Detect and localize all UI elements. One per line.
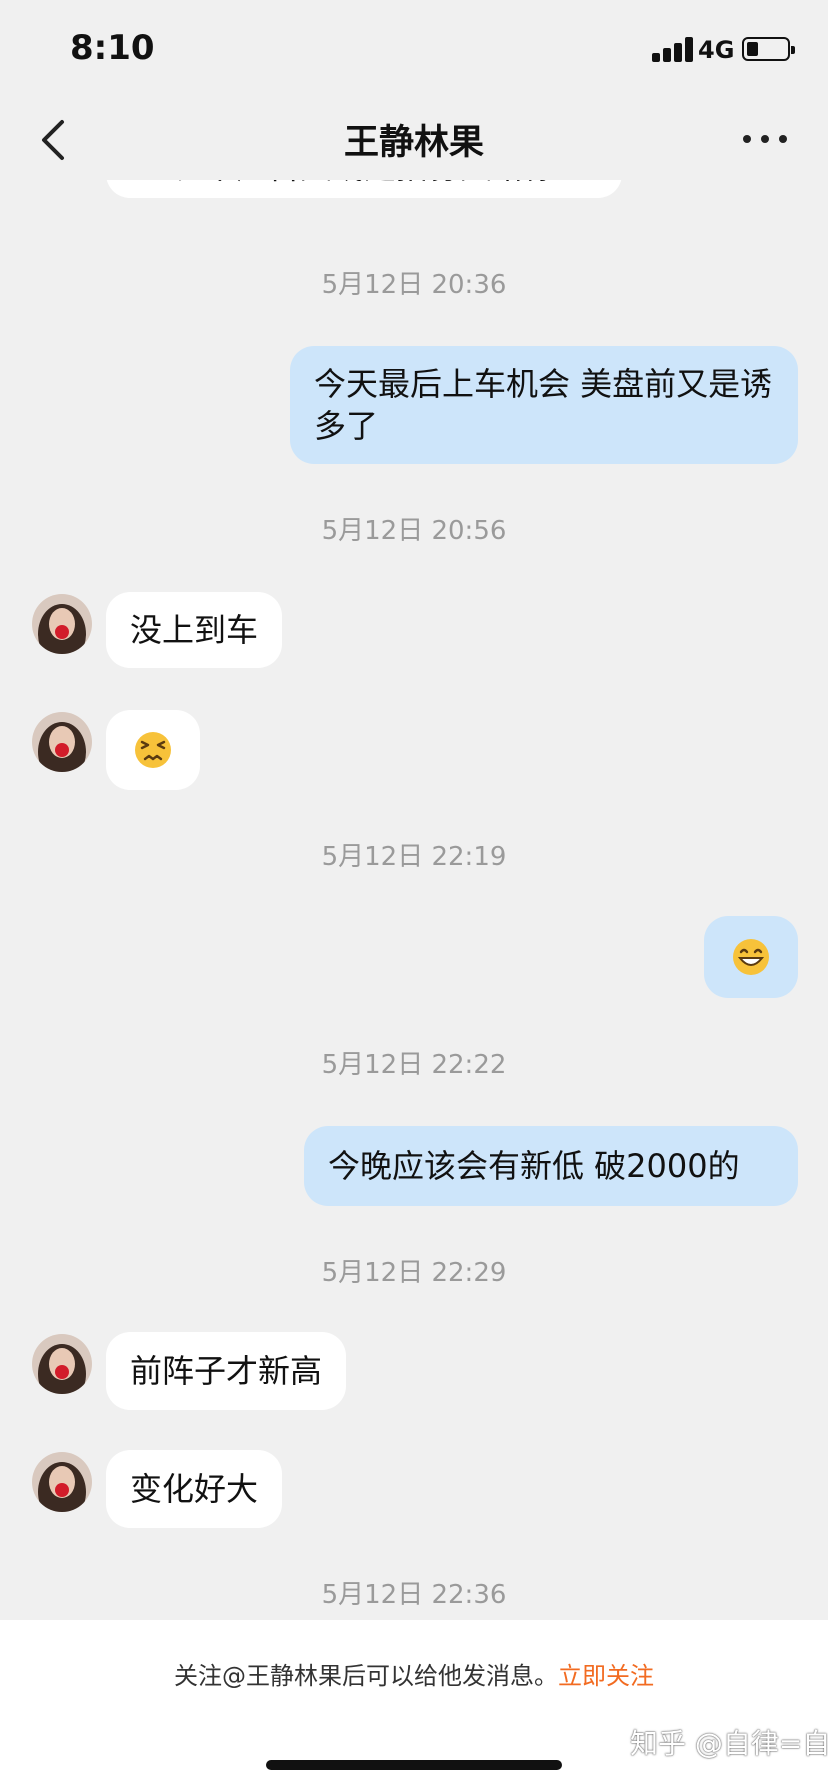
- network-type: 4G: [698, 36, 735, 64]
- timestamp: 5月12日 22:22: [321, 1050, 507, 1080]
- avatar[interactable]: [32, 1452, 92, 1512]
- avatar[interactable]: [32, 594, 92, 654]
- grinning-face-icon: [733, 939, 769, 975]
- message-text: 今天最后上车机会 美盘前又是诱多了: [314, 365, 773, 445]
- status-time: 8:10: [70, 28, 155, 68]
- status-bar: 8:10 4G: [0, 0, 828, 100]
- message-bubble-incoming[interactable]: [106, 710, 200, 790]
- follow-button[interactable]: 立即关注: [558, 1662, 654, 1690]
- avatar[interactable]: [32, 1334, 92, 1394]
- message-bubble-incoming[interactable]: 前阵子才新高: [106, 1332, 347, 1410]
- follow-note-text: 关注@王静林果后可以给他发消息。: [174, 1662, 558, 1690]
- timestamp: 5月12日 22:29: [321, 1258, 507, 1288]
- message-bubble-incoming[interactable]: 变化好大: [106, 1450, 283, 1528]
- chat-thread: 长中广告文或是招募文给你 5月12日 20:36 今天最后上车机会 美盘前又是诱…: [0, 180, 828, 1620]
- message-text: 长中广告文或是招募文给你: [172, 180, 556, 188]
- page-title: 王静林果: [343, 123, 484, 163]
- timestamp: 5月12日 22:19: [321, 842, 507, 872]
- signal-icon: [652, 36, 694, 62]
- message-text: 没上到车: [130, 611, 259, 649]
- message-bubble-partial: 长中广告文或是招募文给你: [106, 180, 622, 198]
- more-dots-icon[interactable]: [740, 126, 790, 152]
- nav-bar: 王静林果: [0, 100, 828, 180]
- timestamp: 5月12日 20:36: [321, 270, 507, 300]
- persevering-face-icon: [135, 732, 171, 768]
- message-text: 前阵子才新高: [130, 1352, 323, 1390]
- timestamp: 5月12日 20:56: [321, 516, 507, 546]
- battery-icon: [742, 37, 795, 61]
- message-bubble-incoming[interactable]: 没上到车: [106, 592, 283, 668]
- timestamp: 5月12日 22:36: [321, 1580, 507, 1610]
- message-bubble-outgoing[interactable]: [704, 916, 798, 998]
- message-text: 今晚应该会有新低 破2000的: [328, 1147, 740, 1185]
- watermark: 知乎 @自律=自由: [630, 1727, 828, 1760]
- follow-bar: 关注@王静林果后可以给他发消息。立即关注 知乎 @自律=自由: [0, 1620, 828, 1792]
- avatar[interactable]: [32, 712, 92, 772]
- home-indicator[interactable]: [266, 1760, 562, 1770]
- message-bubble-outgoing[interactable]: 今天最后上车机会 美盘前又是诱多了: [290, 346, 798, 464]
- follow-note: 关注@王静林果后可以给他发消息。立即关注: [0, 1656, 828, 1691]
- message-bubble-outgoing[interactable]: 今晚应该会有新低 破2000的: [304, 1126, 798, 1206]
- message-text: 变化好大: [130, 1470, 259, 1508]
